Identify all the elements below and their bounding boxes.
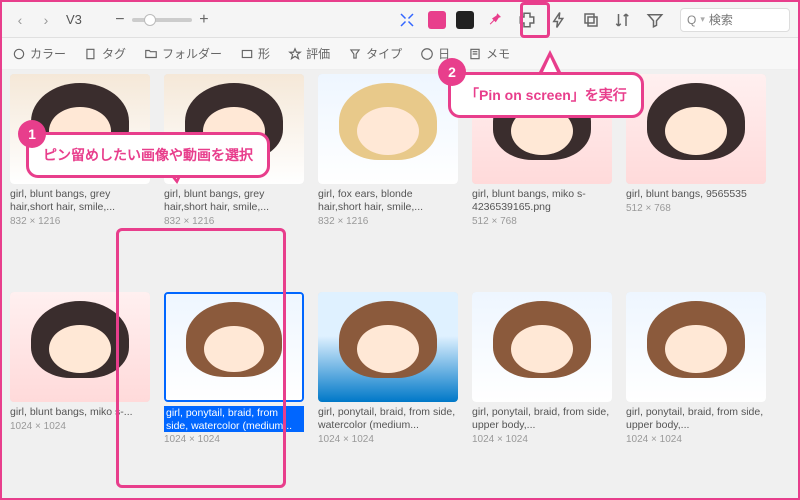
top-toolbar: ‹ › V3 − + Q ▾ <box>2 2 798 38</box>
zoom-control: − + <box>112 12 212 28</box>
filter-color-label: カラー <box>30 45 66 62</box>
caption: girl, blunt bangs, grey hair,short hair,… <box>10 188 150 214</box>
dimensions: 1024 × 1024 <box>164 434 304 445</box>
extension-icon[interactable] <box>516 9 538 31</box>
search-icon: Q <box>687 13 696 27</box>
annotation-callout-1: ピン留めしたい画像や動画を選択 <box>26 132 270 178</box>
dimensions: 512 × 768 <box>472 216 612 227</box>
grid-card[interactable]: girl, blunt bangs, 9565535 512 × 768 <box>626 74 766 278</box>
nav-forward-button[interactable]: › <box>36 10 56 30</box>
filter-rating[interactable]: 評価 <box>288 45 330 62</box>
nav-back-button[interactable]: ‹ <box>10 10 30 30</box>
filter-tag[interactable]: タグ <box>84 45 126 62</box>
filter-folder-label: フォルダー <box>162 45 222 62</box>
dimensions: 832 × 1216 <box>164 216 304 227</box>
grid-card[interactable]: girl, fox ears, blonde hair,short hair, … <box>318 74 458 278</box>
dimensions: 832 × 1216 <box>318 216 458 227</box>
annotation-badge-2: 2 <box>438 58 466 86</box>
grid-card-selected[interactable]: girl, ponytail, braid, from side, waterc… <box>164 292 304 496</box>
zoom-slider-thumb[interactable] <box>144 14 156 26</box>
thumbnail[interactable] <box>10 292 150 402</box>
thumbnail[interactable] <box>318 292 458 402</box>
thumbnail-selected[interactable] <box>164 292 304 402</box>
filter-bar: カラー タグ フォルダー 形 評価 タイプ 日 メモ <box>2 38 798 70</box>
thumbnail[interactable] <box>472 292 612 402</box>
filter-type-label: タイプ <box>366 45 402 62</box>
thumbnail[interactable] <box>318 74 458 184</box>
caption: girl, ponytail, braid, from side, upper … <box>626 406 766 432</box>
filter-icon[interactable] <box>644 9 666 31</box>
annotation-pointer-2 <box>538 50 562 74</box>
breadcrumb[interactable]: V3 <box>66 12 82 27</box>
caption: girl, fox ears, blonde hair,short hair, … <box>318 188 458 214</box>
search-box[interactable]: Q ▾ <box>680 8 790 32</box>
filter-color[interactable]: カラー <box>12 45 66 62</box>
annotation-badge-1: 1 <box>18 120 46 148</box>
copy-icon[interactable] <box>580 9 602 31</box>
tool-icons <box>396 9 666 31</box>
thumbnail[interactable] <box>626 292 766 402</box>
caption: girl, blunt bangs, grey hair,short hair,… <box>164 188 304 214</box>
zoom-in-button[interactable]: + <box>196 12 212 28</box>
grid-card[interactable]: girl, ponytail, braid, from side, waterc… <box>318 292 458 496</box>
dimensions: 1024 × 1024 <box>318 434 458 445</box>
zoom-out-button[interactable]: − <box>112 12 128 28</box>
caption: girl, blunt bangs, 9565535 <box>626 188 766 201</box>
dimensions: 512 × 768 <box>626 203 766 214</box>
filter-rating-label: 評価 <box>306 45 330 62</box>
grid-card[interactable]: girl, ponytail, braid, from side, upper … <box>626 292 766 496</box>
caption: girl, ponytail, braid, from side, upper … <box>472 406 612 432</box>
filter-type[interactable]: タイプ <box>348 45 402 62</box>
search-input[interactable] <box>709 13 779 27</box>
dimensions: 832 × 1216 <box>10 216 150 227</box>
caption-selected: girl, ponytail, braid, from side, waterc… <box>164 406 304 432</box>
layout-color-b-icon[interactable] <box>456 11 474 29</box>
zoom-slider[interactable] <box>132 18 192 22</box>
filter-shape[interactable]: 形 <box>240 45 270 62</box>
dimensions: 1024 × 1024 <box>626 434 766 445</box>
grid-card[interactable]: girl, ponytail, braid, from side, upper … <box>472 292 612 496</box>
lightning-icon[interactable] <box>548 9 570 31</box>
layout-color-a-icon[interactable] <box>428 11 446 29</box>
caption: girl, blunt bangs, miko s-4236539165.png <box>472 188 612 214</box>
filter-shape-label: 形 <box>258 45 270 62</box>
filter-folder[interactable]: フォルダー <box>144 45 222 62</box>
search-caret-icon[interactable]: ▾ <box>700 14 705 25</box>
filter-tag-label: タグ <box>102 45 126 62</box>
filter-memo-label: メモ <box>486 45 510 62</box>
caption: girl, blunt bangs, miko s-... <box>10 406 150 419</box>
dimensions: 1024 × 1024 <box>472 434 612 445</box>
filter-memo[interactable]: メモ <box>468 45 510 62</box>
expand-icon[interactable] <box>396 9 418 31</box>
sort-icon[interactable] <box>612 9 634 31</box>
thumbnail[interactable] <box>626 74 766 184</box>
dimensions: 1024 × 1024 <box>10 421 150 432</box>
caption: girl, ponytail, braid, from side, waterc… <box>318 406 458 432</box>
grid-card[interactable]: girl, blunt bangs, miko s-... 1024 × 102… <box>10 292 150 496</box>
annotation-callout-2: 「Pin on screen」を実行 <box>448 72 644 118</box>
pin-icon[interactable] <box>484 9 506 31</box>
